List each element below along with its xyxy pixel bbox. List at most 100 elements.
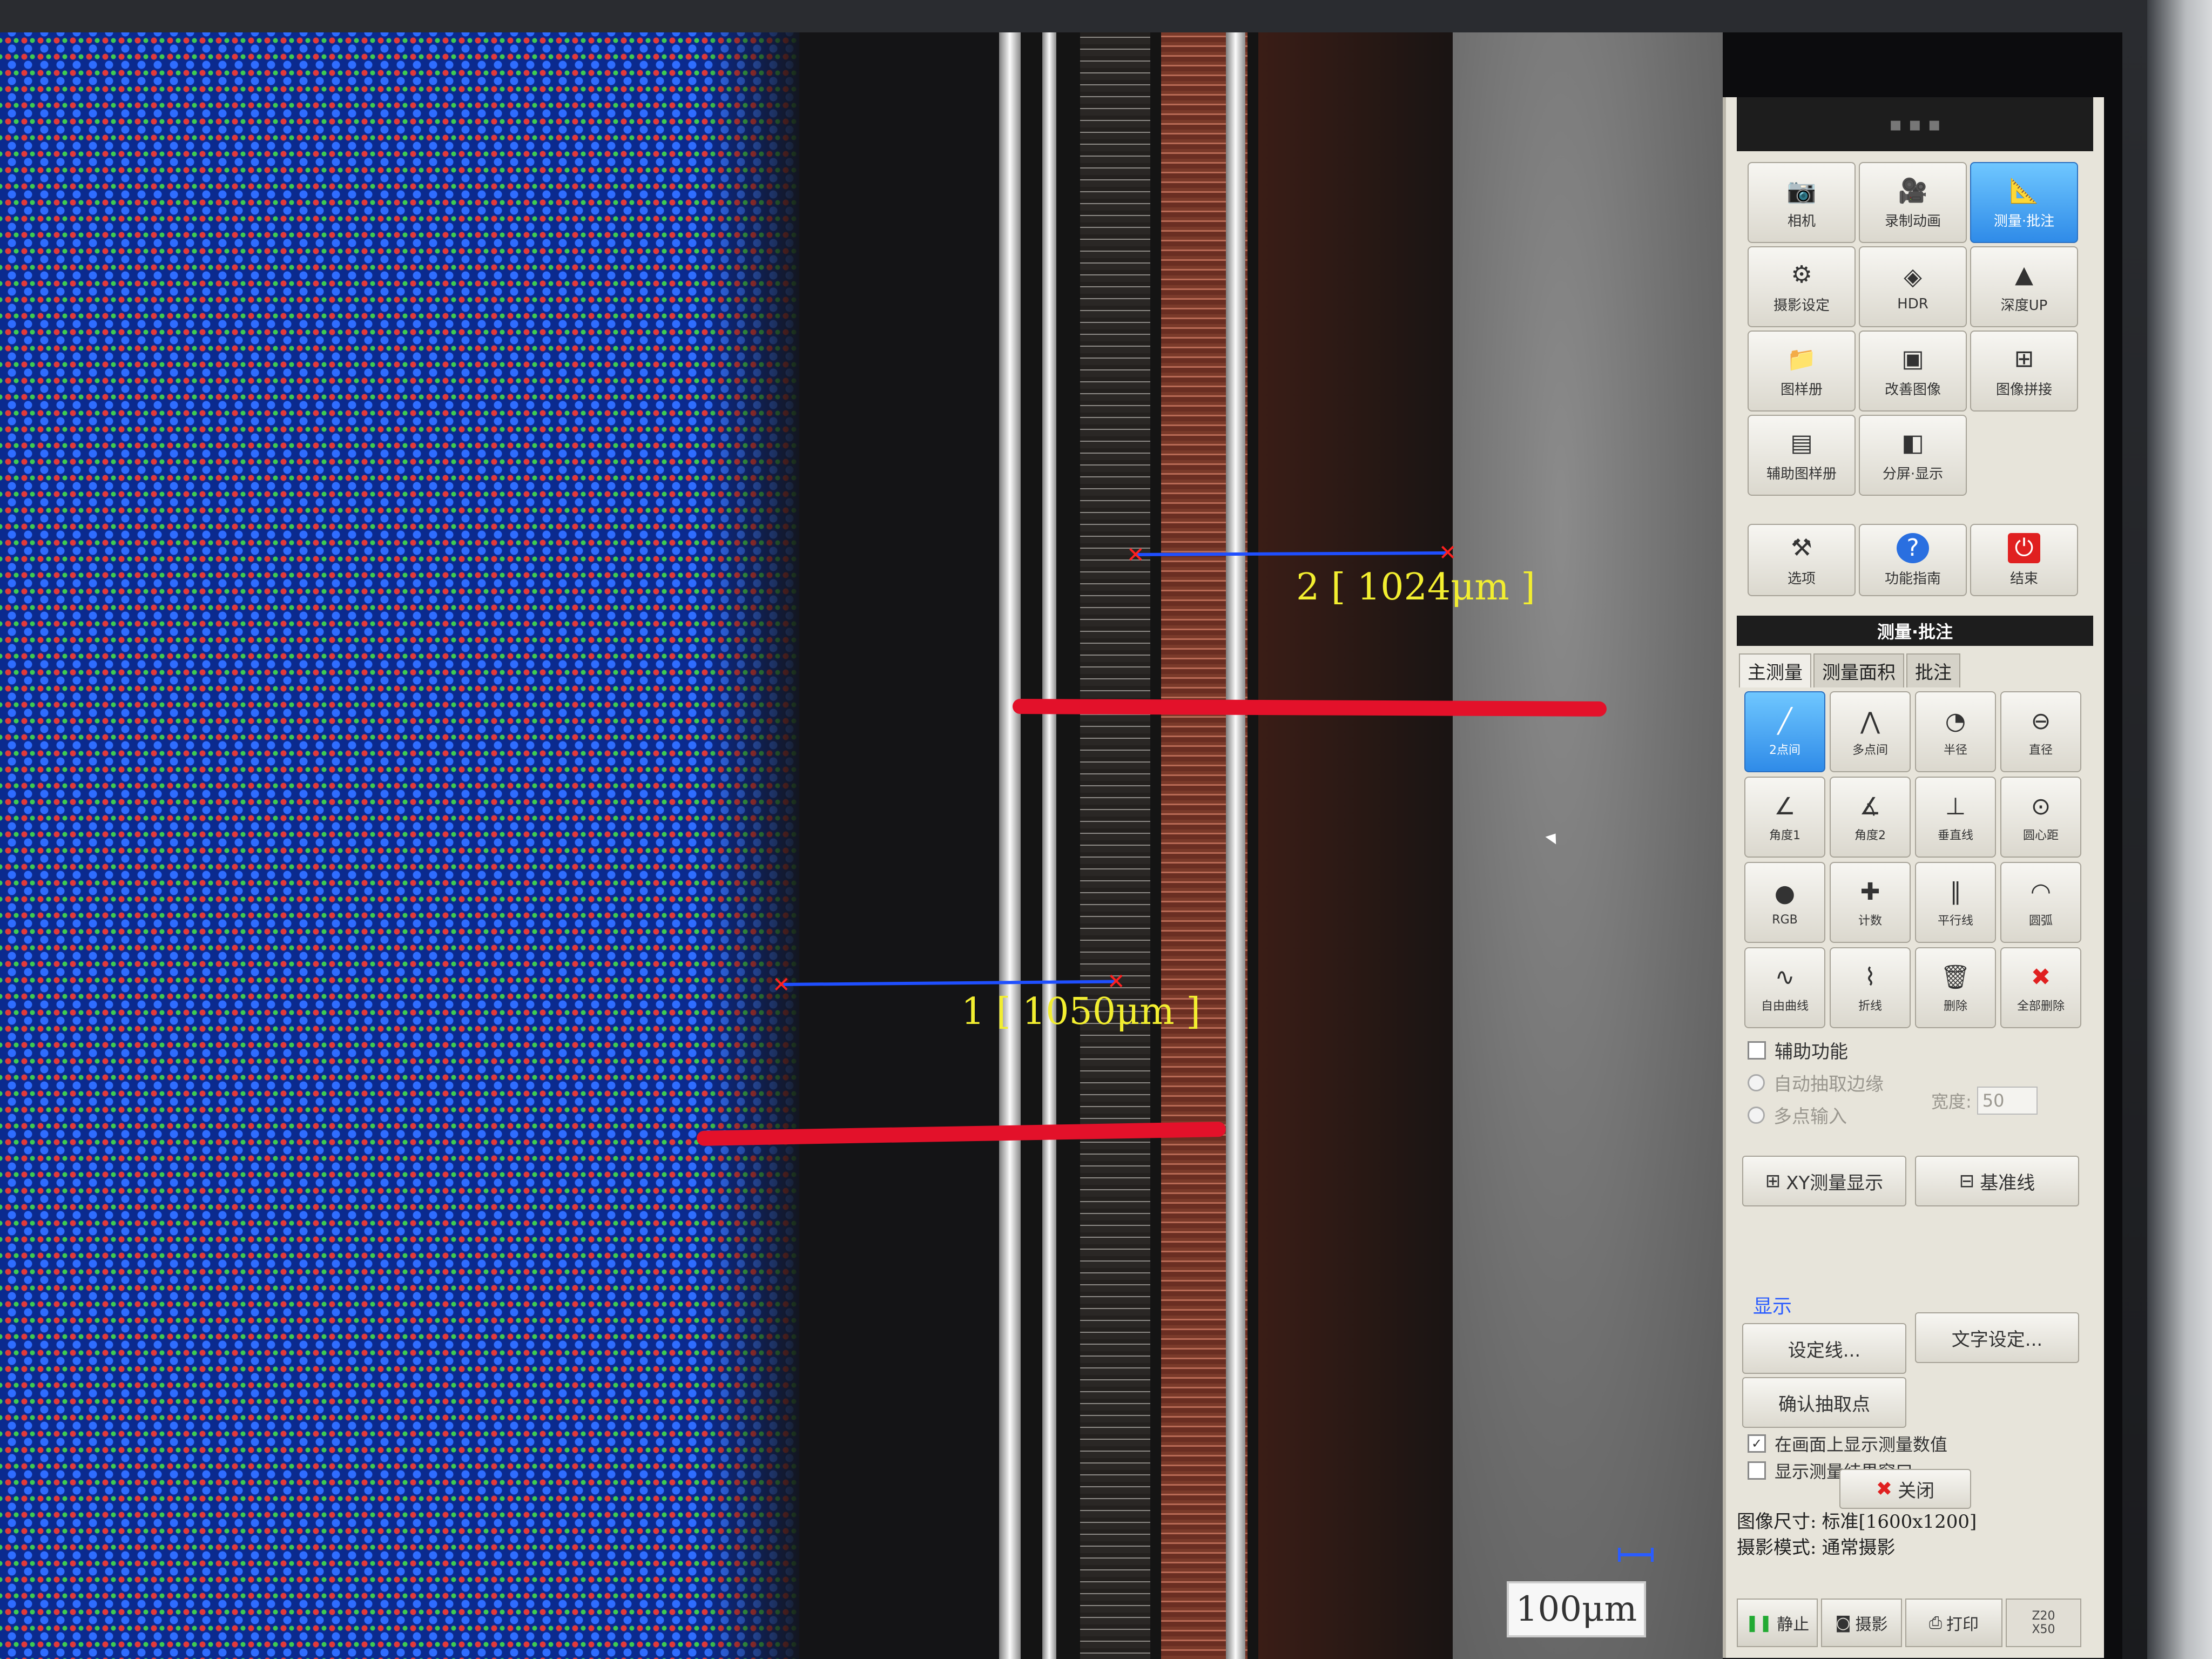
- tool-button[interactable]: ◈ HDR: [1859, 246, 1967, 327]
- tool-label: 深度UP: [2000, 297, 2048, 314]
- tool-button[interactable]: ∿ 自由曲线: [1744, 947, 1825, 1028]
- tool-label: 相机: [1787, 213, 1816, 230]
- tool-label: 折线: [1858, 1000, 1882, 1013]
- assist-checkbox[interactable]: [1748, 1041, 1766, 1060]
- show-values-row[interactable]: ✓ 在画面上显示测量数值: [1748, 1431, 1947, 1456]
- tool-button[interactable]: ◧ 分屏·显示: [1859, 415, 1967, 496]
- set-line-button[interactable]: 设定线...: [1742, 1323, 1906, 1374]
- tool-button[interactable]: ✖ 全部删除: [2000, 947, 2081, 1028]
- tool-button[interactable]: ▣ 改善图像: [1859, 331, 1967, 412]
- multi-point-label: 多点输入: [1773, 1106, 1847, 1128]
- depth-up-icon: ▲: [2015, 261, 2033, 288]
- tool-button[interactable]: ⋀ 多点间: [1830, 691, 1911, 772]
- tab-main-measure[interactable]: 主测量: [1739, 653, 1811, 687]
- tool-button[interactable]: ◔ 半径: [1915, 691, 1996, 772]
- show-results-checkbox[interactable]: [1748, 1461, 1766, 1480]
- tab-area-measure[interactable]: 测量面积: [1813, 653, 1904, 687]
- tool-label: 图样册: [1780, 381, 1823, 398]
- tool-button[interactable]: 📷 相机: [1748, 162, 1856, 243]
- capture-button[interactable]: ◙ 摄影: [1821, 1599, 1902, 1647]
- measurement-point[interactable]: ✕: [1439, 542, 1457, 564]
- tool-label: 结束: [2009, 570, 2038, 587]
- width-label: 宽度:: [1931, 1091, 1972, 1112]
- tool-button[interactable]: ▤ 辅助图样册: [1748, 415, 1856, 496]
- measurement-label: 1 [ 1050μm ]: [961, 990, 1201, 1033]
- tool-button[interactable]: 📐 测量·批注: [1970, 162, 2078, 243]
- tool-label: 删除: [1943, 1000, 1967, 1013]
- tool-label: 计数: [1858, 914, 1882, 928]
- aux-album-icon: ▤: [1790, 429, 1813, 457]
- capture-mode-label: 摄影模式:: [1737, 1537, 1817, 1559]
- image-size-line: 图像尺寸: 标准[1600x1200]: [1737, 1507, 2093, 1533]
- tool-label: 测量·批注: [1993, 213, 2055, 230]
- bright-line: [1042, 32, 1056, 1659]
- close-button[interactable]: ✖ 关闭: [1839, 1469, 1971, 1509]
- tool-button[interactable]: ⚙ 摄影设定: [1748, 246, 1856, 327]
- tool-label: 辅助图样册: [1766, 466, 1837, 482]
- tool-button[interactable]: ∡ 角度2: [1830, 777, 1911, 858]
- tool-button[interactable]: ⏻ 结束: [1970, 524, 2078, 596]
- close-label: 关闭: [1898, 1480, 1935, 1502]
- tool-label: 分屏·显示: [1882, 466, 1944, 482]
- tool-label: 多点间: [1852, 744, 1888, 757]
- tool-button[interactable]: 🎥 录制动画: [1859, 162, 1967, 243]
- tool-button[interactable]: ⊖ 直径: [2000, 691, 2081, 772]
- measurement-point[interactable]: ✕: [772, 974, 791, 996]
- tool-button[interactable]: ⊥ 垂直线: [1915, 777, 1996, 858]
- multi-point-radio[interactable]: [1748, 1106, 1765, 1124]
- tool-button[interactable]: ⊞ 图像拼接: [1970, 331, 2078, 412]
- tool-button[interactable]: ▲ 深度UP: [1970, 246, 2078, 327]
- tool-label: 半径: [1943, 744, 1967, 757]
- tool-button[interactable]: 🗑 删除: [1915, 947, 1996, 1028]
- tool-button[interactable]: 📁 图样册: [1748, 331, 1856, 412]
- capture-settings-icon: ⚙: [1791, 261, 1812, 288]
- tool-label: 垂直线: [1937, 829, 1973, 842]
- section-title: 测量·批注: [1737, 616, 2093, 646]
- zoom-line1: Z20: [2032, 1609, 2055, 1623]
- tool-button[interactable]: ? 功能指南: [1859, 524, 1967, 596]
- tool-button[interactable]: ⌇ 折线: [1830, 947, 1911, 1028]
- dark-band: [799, 32, 1004, 1659]
- multi-point-option[interactable]: 多点输入: [1748, 1102, 1847, 1128]
- tool-button[interactable]: ✚ 计数: [1830, 862, 1911, 943]
- measurement-point[interactable]: ✕: [1127, 544, 1145, 566]
- assist-function-row[interactable]: 辅助功能: [1748, 1037, 1848, 1063]
- tool-button[interactable]: ⚒ 选项: [1748, 524, 1856, 596]
- xy-measure-label: XY测量显示: [1786, 1172, 1884, 1194]
- auto-edge-radio[interactable]: [1748, 1074, 1765, 1091]
- auto-edge-option[interactable]: 自动抽取边缘: [1748, 1069, 1884, 1096]
- width-input[interactable]: 50: [1977, 1087, 2038, 1115]
- xy-measure-button[interactable]: ⊞ XY测量显示: [1742, 1156, 1906, 1206]
- text-settings-button[interactable]: 文字设定...: [1915, 1312, 2079, 1363]
- screen: ✕ ✕ 2 [ 1024μm ] ✕ ✕ 1 [ 1050μm ] 100μm …: [0, 32, 2122, 1659]
- tool-button[interactable]: ╱ 2点间: [1744, 691, 1825, 772]
- microscope-viewer[interactable]: ✕ ✕ 2 [ 1024μm ] ✕ ✕ 1 [ 1050μm ] 100μm: [0, 32, 1723, 1659]
- status-area: 图像尺寸: 标准[1600x1200] 摄影模式: 通常摄影: [1737, 1507, 2093, 1559]
- gray-area: [1453, 32, 1723, 1659]
- show-values-checkbox[interactable]: ✓: [1748, 1434, 1766, 1453]
- tool-button[interactable]: ● RGB: [1744, 862, 1825, 943]
- tool-label: 直径: [2028, 744, 2053, 757]
- baseline-button[interactable]: ⊟ 基准线: [1915, 1156, 2079, 1206]
- capture-mode-value: 通常摄影: [1822, 1537, 1896, 1559]
- measurement-point[interactable]: ✕: [1107, 971, 1125, 993]
- confirm-points-button[interactable]: 确认抽取点: [1742, 1377, 1906, 1428]
- bottom-toolbar: ❚❚ 静止 ◙ 摄影 ⎙ 打印 Z20 X50: [1737, 1599, 2093, 1647]
- grain-band: [1080, 32, 1150, 1659]
- pixel-grid-image: [0, 32, 799, 1659]
- display-section-label: 显示: [1753, 1296, 1792, 1318]
- tab-annotate[interactable]: 批注: [1906, 653, 1960, 687]
- radius-icon: ◔: [1945, 707, 1966, 735]
- camera-icon: ◙: [1835, 1613, 1851, 1633]
- tool-button[interactable]: ∥ 平行线: [1915, 862, 1996, 943]
- scale-label: 100μm: [1507, 1581, 1646, 1637]
- tool-button[interactable]: ◠ 圆弧: [2000, 862, 2081, 943]
- baseline-icon: ⊟: [1959, 1170, 1975, 1192]
- red-marker-stroke: [1012, 699, 1607, 717]
- tool-button[interactable]: ⊙ 圆心距: [2000, 777, 2081, 858]
- parallel-icon: ∥: [1950, 878, 1961, 906]
- tool-button[interactable]: ∠ 角度1: [1744, 777, 1825, 858]
- print-label: 打印: [1946, 1615, 1979, 1634]
- still-button[interactable]: ❚❚ 静止: [1737, 1599, 1818, 1647]
- print-button[interactable]: ⎙ 打印: [1905, 1599, 2002, 1647]
